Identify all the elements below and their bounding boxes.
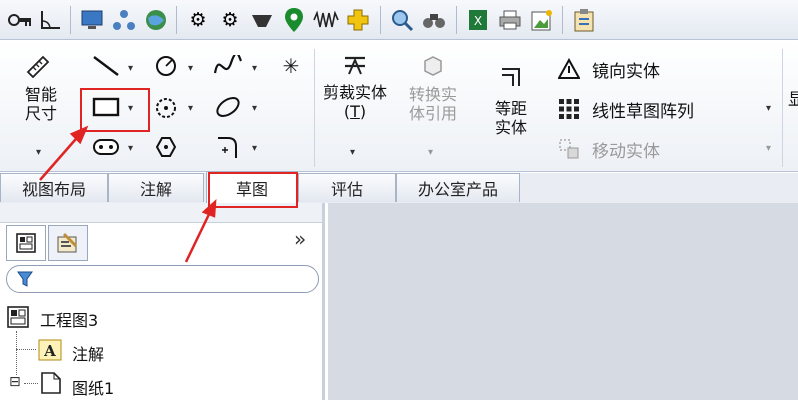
convert-entities-dropdown: ▾	[428, 147, 434, 158]
trim-label-text: 剪裁实体	[322, 83, 387, 102]
clipboard-icon[interactable]	[570, 6, 598, 34]
tree-connector	[24, 383, 38, 384]
line-icon[interactable]	[90, 53, 122, 79]
binoculars-icon[interactable]	[420, 6, 448, 34]
fillet-dropdown[interactable]: ▾	[252, 143, 257, 154]
graphics-area[interactable]	[328, 203, 798, 400]
linear-pattern-label[interactable]: 线性草图阵列	[592, 97, 694, 122]
excel-icon[interactable]: X	[464, 6, 492, 34]
sheet-icon	[40, 371, 62, 399]
tab-evaluate[interactable]: 评估	[298, 173, 396, 202]
angle-icon[interactable]	[36, 6, 64, 34]
slot-dropdown[interactable]: ▾	[128, 143, 133, 154]
location-pin-icon[interactable]	[280, 6, 308, 34]
network-icon[interactable]	[110, 6, 138, 34]
tab-annotation[interactable]: 注解	[108, 173, 204, 202]
convert-entities-icon	[418, 53, 448, 79]
convert-entities-label: 转换实 体引用	[408, 85, 457, 123]
smart-dimension-label[interactable]: 智能 尺寸	[6, 85, 76, 123]
ellipse-icon[interactable]	[210, 93, 246, 121]
toolbar-separator	[456, 6, 457, 34]
line-dropdown[interactable]: ▾	[128, 63, 133, 74]
svg-text:A: A	[43, 342, 56, 360]
polygon-icon[interactable]	[150, 135, 182, 159]
rectangle-tool-highlight	[80, 88, 150, 132]
move-entities-icon	[556, 137, 582, 161]
linear-pattern-icon[interactable]	[556, 97, 582, 121]
feature-manager-panel: » 工程图3 A 注解 ⊟ 图纸1	[0, 203, 325, 400]
gear-icon[interactable]: ⚙	[184, 6, 212, 34]
drawing-icon	[6, 305, 30, 333]
ribbon-more-dropdown[interactable]: ▾	[766, 103, 771, 114]
trim-label[interactable]: 剪裁实体(T)	[320, 83, 390, 121]
quick-toolbar: ⚙ ⚙ X	[0, 0, 798, 40]
toolbar-separator	[380, 6, 381, 34]
sketch-tab-highlight	[208, 172, 298, 208]
gear-dark-icon[interactable]: ⚙	[216, 6, 244, 34]
toolbar-separator	[176, 6, 177, 34]
spline-dropdown[interactable]: ▾	[252, 63, 257, 74]
solidworks-window: ⚙ ⚙ X 智能 尺寸 ▾ ▾ ▾ ▾ ▾ ▾ ▾ ▾ ▾ ✳ 剪裁实体(T) …	[0, 0, 798, 400]
cross-icon[interactable]	[344, 6, 372, 34]
annotation-icon: A	[38, 339, 62, 365]
monitor-icon[interactable]	[78, 6, 106, 34]
key-icon[interactable]	[6, 6, 34, 34]
arc-dropdown[interactable]: ▾	[188, 103, 193, 114]
smart-dimension-icon[interactable]	[22, 53, 54, 79]
fillet-icon[interactable]	[210, 133, 246, 161]
picture-icon[interactable]	[528, 6, 556, 34]
property-manager-tab[interactable]	[48, 225, 88, 261]
move-entities-label: 移动实体	[592, 142, 660, 162]
circle-dropdown[interactable]: ▾	[188, 63, 193, 74]
circle-icon[interactable]	[150, 53, 182, 79]
trim-shortcut: T	[350, 102, 360, 121]
slot-icon[interactable]	[90, 135, 122, 159]
ribbon-separator	[782, 49, 783, 167]
tree-sheet-label[interactable]: 图纸1	[72, 375, 114, 399]
tree-connector	[16, 349, 36, 350]
toolbar-separator	[70, 6, 71, 34]
point-icon[interactable]: ✳	[276, 53, 306, 79]
tree-annotation-label[interactable]: 注解	[72, 341, 104, 365]
cutoff-label: 显	[788, 90, 798, 110]
tree-filter-input[interactable]	[6, 265, 319, 293]
globe-icon[interactable]	[142, 6, 170, 34]
spline-icon[interactable]	[210, 53, 246, 79]
trim-dropdown[interactable]: ▾	[350, 147, 355, 158]
toolbar-separator	[562, 6, 563, 34]
tab-office-products[interactable]: 办公室产品	[396, 173, 520, 202]
tree-root-label[interactable]: 工程图3	[40, 307, 98, 331]
offset-entities-label[interactable]: 等距 实体	[476, 99, 546, 137]
ellipse-dropdown[interactable]: ▾	[252, 103, 257, 114]
printer-icon[interactable]	[496, 6, 524, 34]
magnifier-icon[interactable]	[388, 6, 416, 34]
bowl-icon[interactable]	[248, 6, 276, 34]
command-manager-tabs: 视图布局 注解 草图 评估 办公室产品	[0, 171, 798, 203]
mirror-icon[interactable]	[556, 57, 582, 81]
tree-collapse-toggle[interactable]: ⊟	[9, 375, 21, 389]
move-entities-dropdown: ▾	[766, 143, 772, 154]
smart-dimension-dropdown[interactable]: ▾	[36, 147, 41, 158]
trim-icon[interactable]	[340, 51, 370, 79]
offset-entities-icon[interactable]	[496, 65, 526, 91]
wave-icon[interactable]	[312, 6, 340, 34]
panel-expand-button[interactable]: »	[294, 227, 306, 251]
arc-icon[interactable]	[150, 95, 182, 121]
feature-tree-tab[interactable]	[6, 225, 46, 261]
mirror-entities-label[interactable]: 镜向实体	[592, 57, 660, 82]
svg-text:X: X	[474, 14, 482, 28]
filter-icon	[17, 270, 33, 292]
ribbon-separator	[314, 49, 315, 167]
tab-view-layout[interactable]: 视图布局	[0, 173, 108, 202]
